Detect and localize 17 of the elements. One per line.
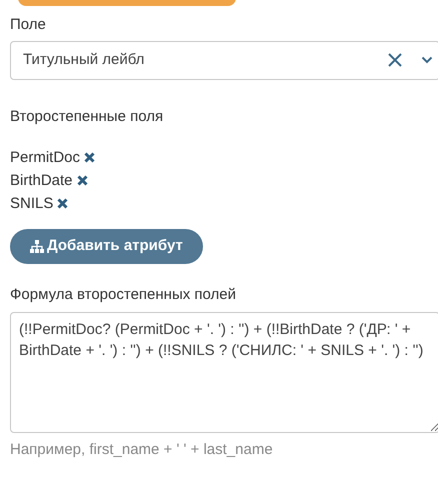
field-label: Поле xyxy=(10,15,47,35)
field-tag: SNILS xyxy=(10,195,54,212)
hierarchy-icon xyxy=(30,240,44,253)
secondary-fields-label: Второстепенные поля xyxy=(10,106,164,126)
clear-icon[interactable] xyxy=(387,52,403,68)
formula-field[interactable]: (!!PermitDoc? (PermitDoc + '. ') : '') + (!!BirthDate ? ('ДР: ' + BirthDate + '. ') : '') + (!!SNILS ? ('СНИЛС: ' + SNILS + '. ') : '') xyxy=(10,312,438,433)
field-tag: BirthDate xyxy=(10,172,73,189)
field-tag: PermitDoc xyxy=(10,149,80,166)
select-value: Титульный лейбл xyxy=(23,50,146,70)
hint-text: Например, first_name + ' ' + last_name xyxy=(10,440,274,460)
chevron-down-icon[interactable] xyxy=(421,56,433,64)
select-field[interactable]: Титульный лейбл xyxy=(10,40,438,80)
remove-icon[interactable] xyxy=(76,175,88,186)
formula-label: Формула второстепенных полей xyxy=(10,284,238,304)
add-attribute-button[interactable]: Добавить атрибут xyxy=(10,229,203,264)
remove-icon[interactable] xyxy=(84,152,96,163)
remove-icon[interactable] xyxy=(57,198,68,209)
